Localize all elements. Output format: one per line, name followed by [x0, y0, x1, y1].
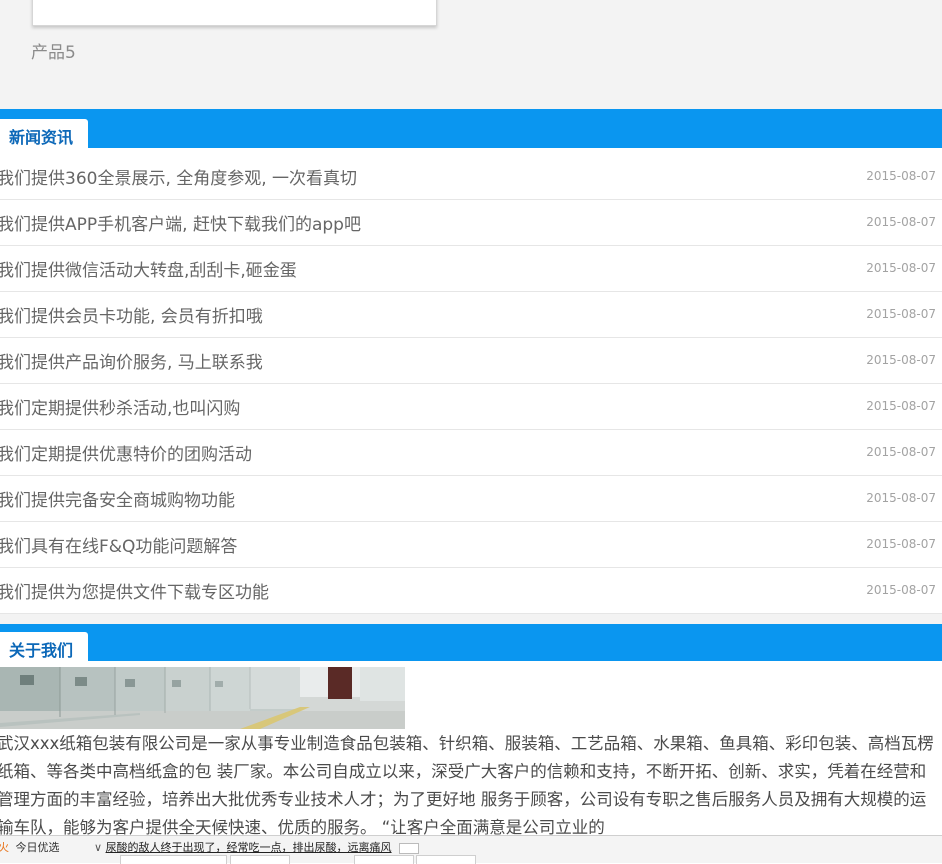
news-item-date: 2015-08-07: [866, 445, 936, 459]
news-section-header: 新闻资讯: [0, 109, 942, 148]
news-item[interactable]: 我们提供APP手机客户端, 赶快下载我们的app吧 2015-08-07: [0, 200, 942, 246]
section-gap: [0, 614, 942, 624]
news-item-title[interactable]: 我们定期提供秒杀活动,也叫闪购: [0, 394, 240, 419]
about-section-header: 关于我们: [0, 624, 942, 661]
news-item-title[interactable]: 我们提供微信活动大转盘,刮刮卡,砸金蛋: [0, 256, 297, 281]
news-item-date: 2015-08-07: [866, 261, 936, 275]
news-item-title[interactable]: 我们具有在线F&Q功能问题解答: [0, 532, 237, 557]
fire-icon: 火: [0, 841, 9, 854]
window-icon: [399, 842, 420, 854]
news-item[interactable]: 我们提供完备安全商城购物功能 2015-08-07: [0, 476, 942, 522]
news-item[interactable]: 我们提供会员卡功能, 会员有折扣哦 2015-08-07: [0, 292, 942, 338]
news-item-date: 2015-08-07: [866, 307, 936, 321]
news-item-title[interactable]: 我们提供会员卡功能, 会员有折扣哦: [0, 302, 263, 327]
news-section-tab[interactable]: 新闻资讯: [0, 119, 88, 148]
news-item-date: 2015-08-07: [866, 399, 936, 413]
news-item[interactable]: 我们提供为您提供文件下载专区功能 2015-08-07: [0, 568, 942, 614]
news-item-date: 2015-08-07: [866, 353, 936, 367]
news-item[interactable]: 我们定期提供秒杀活动,也叫闪购 2015-08-07: [0, 384, 942, 430]
news-item-date: 2015-08-07: [866, 537, 936, 551]
news-item[interactable]: 我们提供360全景展示, 全角度参观, 一次看真切 2015-08-07: [0, 154, 942, 200]
news-item-title[interactable]: 我们定期提供优惠特价的团购活动: [0, 440, 252, 465]
news-item-title[interactable]: 我们提供360全景展示, 全角度参观, 一次看真切: [0, 164, 357, 189]
taskbar-tab[interactable]: [354, 855, 414, 864]
about-section-title[interactable]: 关于我们: [9, 637, 73, 661]
about-description: 武汉xxx纸箱包装有限公司是一家从事专业制造食品包装箱、针织箱、服装箱、工艺品箱…: [0, 734, 934, 837]
status-ad-text[interactable]: 尿酸的敌人终于出现了，经常吃一点，排出尿酸，远离痛风: [106, 841, 392, 854]
news-item-title[interactable]: 我们提供APP手机客户端, 赶快下载我们的app吧: [0, 210, 361, 235]
news-item-title[interactable]: 我们提供完备安全商城购物功能: [0, 486, 235, 511]
news-item-date: 2015-08-07: [866, 169, 936, 183]
news-item[interactable]: 我们提供产品询价服务, 马上联系我 2015-08-07: [0, 338, 942, 384]
news-item-title[interactable]: 我们提供产品询价服务, 马上联系我: [0, 348, 263, 373]
product-card[interactable]: [32, 0, 437, 26]
chevron-down-icon: ∨: [94, 841, 103, 854]
news-item[interactable]: 我们具有在线F&Q功能问题解答 2015-08-07: [0, 522, 942, 568]
news-item[interactable]: 我们定期提供优惠特价的团购活动 2015-08-07: [0, 430, 942, 476]
news-item-date: 2015-08-07: [866, 491, 936, 505]
news-item[interactable]: 我们提供微信活动大转盘,刮刮卡,砸金蛋 2015-08-07: [0, 246, 942, 292]
taskbar-tab[interactable]: [230, 855, 290, 864]
about-photo: [0, 667, 405, 729]
status-today-pick-label: 今日优选: [15, 841, 60, 854]
browser-status-bar: 火 今日优选 ∨ 尿酸的敌人终于出现了，经常吃一点，排出尿酸，远离痛风: [0, 835, 942, 864]
status-ad-link[interactable]: ∨ 尿酸的敌人终于出现了，经常吃一点，排出尿酸，远离痛风: [94, 839, 420, 855]
news-item-date: 2015-08-07: [866, 215, 936, 229]
taskbar-tab[interactable]: [120, 855, 227, 864]
news-item-title[interactable]: 我们提供为您提供文件下载专区功能: [0, 578, 269, 603]
news-section-title[interactable]: 新闻资讯: [9, 124, 73, 148]
about-section-tab[interactable]: 关于我们: [0, 632, 88, 661]
status-today-pick[interactable]: 火 今日优选: [0, 839, 60, 855]
taskbar-tab[interactable]: [416, 855, 476, 864]
news-item-date: 2015-08-07: [866, 583, 936, 597]
product-area: 产品5: [0, 0, 942, 109]
product-label[interactable]: 产品5: [31, 38, 76, 63]
news-list: 我们提供360全景展示, 全角度参观, 一次看真切 2015-08-07 我们提供…: [0, 154, 942, 614]
